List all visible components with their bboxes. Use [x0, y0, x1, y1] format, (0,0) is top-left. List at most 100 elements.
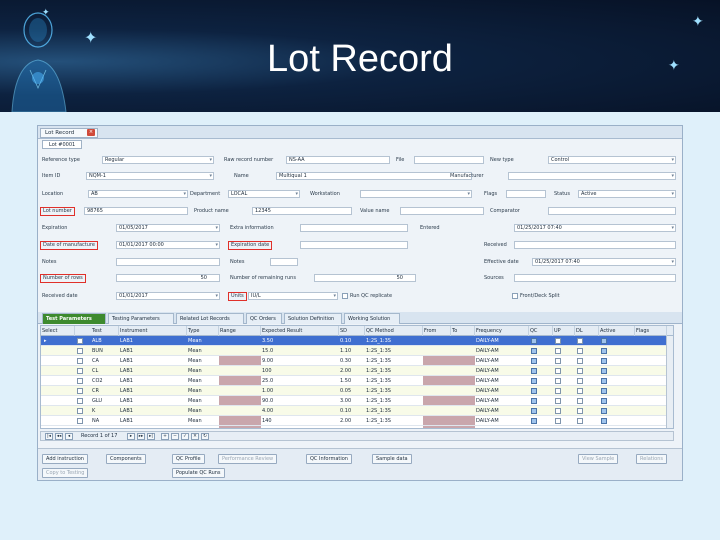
row-flag-checkbox[interactable] — [577, 348, 583, 354]
tab-working-solution[interactable]: Working Solution — [344, 313, 400, 324]
grid-vertical-scrollbar[interactable] — [666, 336, 673, 428]
tab-test-parameters[interactable]: Test Parameters — [42, 313, 106, 324]
row-flag-checkbox[interactable] — [577, 378, 583, 384]
expiration-date-field[interactable] — [300, 241, 408, 249]
column-header[interactable]: Frequency — [475, 326, 529, 336]
cancel-icon[interactable]: ✕ — [191, 433, 199, 440]
table-row[interactable]: NA LAB1 Mean 140 2.00 1:2S_1:3S DAILY-AM — [41, 416, 673, 426]
row-flag-checkbox[interactable] — [531, 348, 537, 354]
row-flag-checkbox[interactable] — [531, 418, 537, 424]
date-of-manufacture-field[interactable]: 01/01/2017 00:00 — [116, 241, 220, 249]
row-flag-checkbox[interactable] — [555, 408, 561, 414]
qc-information-button[interactable]: QC Information — [306, 454, 352, 464]
confirm-icon[interactable]: ✓ — [181, 433, 189, 440]
row-flag-checkbox[interactable] — [601, 378, 607, 384]
table-row[interactable]: GLU LAB1 Mean 90.0 3.00 1:2S_1:3S DAILY-AM — [41, 396, 673, 406]
prev-record-icon[interactable]: ◂ — [65, 433, 73, 440]
last-page-icon[interactable]: ▸| — [147, 433, 155, 440]
lot-number-field[interactable]: 98765 — [84, 207, 188, 215]
row-flag-checkbox[interactable] — [531, 338, 537, 344]
location-select[interactable]: AB — [88, 190, 188, 198]
row-flag-checkbox[interactable] — [555, 388, 561, 394]
table-row[interactable]: BUN LAB1 Mean 15.0 1.10 1:2S_1:3S DAILY-AM — [41, 346, 673, 356]
row-flag-checkbox[interactable] — [531, 388, 537, 394]
product-name-field[interactable]: 12345 — [252, 207, 352, 215]
row-flag-checkbox[interactable] — [531, 368, 537, 374]
tab-solution-definition[interactable]: Solution Definition — [284, 313, 342, 324]
row-select-checkbox[interactable] — [77, 398, 83, 404]
row-flag-checkbox[interactable] — [601, 348, 607, 354]
front-deck-split-checkbox[interactable] — [512, 293, 518, 299]
first-page-icon[interactable]: |◂ — [45, 433, 53, 440]
copy-to-testing-button[interactable]: Copy to Testing — [42, 468, 89, 478]
prev-page-icon[interactable]: ◂◂ — [55, 433, 63, 440]
view-sample-button[interactable]: View Sample — [578, 454, 619, 464]
populate-qc-runs-button[interactable]: Populate QC Runs — [172, 468, 225, 478]
run-qc-replicate-checkbox[interactable] — [342, 293, 348, 299]
row-flag-checkbox[interactable] — [555, 338, 561, 344]
delete-record-icon[interactable]: − — [171, 433, 179, 440]
file-field[interactable] — [414, 156, 484, 164]
column-header[interactable]: Select — [41, 326, 75, 336]
comparator-field[interactable] — [548, 207, 676, 215]
refresh-icon[interactable]: ↻ — [201, 433, 209, 440]
raw-record-number-field[interactable]: NS-AA — [286, 156, 390, 164]
effective-date-field[interactable]: 01/25/2017 07:40 — [532, 258, 676, 266]
row-flag-checkbox[interactable] — [577, 408, 583, 414]
row-select-checkbox[interactable] — [77, 388, 83, 394]
tab-qc-orders[interactable]: QC Orders — [246, 313, 282, 324]
components-button[interactable]: Components — [106, 454, 146, 464]
row-flag-checkbox[interactable] — [601, 408, 607, 414]
row-flag-checkbox[interactable] — [531, 378, 537, 384]
units-select[interactable]: IU/L — [248, 292, 338, 300]
sample-data-button[interactable]: Sample data — [372, 454, 412, 464]
received-field[interactable] — [514, 241, 676, 249]
column-header[interactable]: DL — [575, 326, 599, 336]
table-row[interactable]: CR LAB1 Mean 1.00 0.05 1:2S_1:3S DAILY-AM — [41, 386, 673, 396]
table-row[interactable]: CA LAB1 Mean 9.00 0.30 1:2S_1:3S DAILY-AM — [41, 356, 673, 366]
extra-information-field[interactable] — [300, 224, 408, 232]
new-type-select[interactable]: Control — [548, 156, 676, 164]
column-header[interactable]: Flags — [635, 326, 667, 336]
column-header[interactable]: Test — [91, 326, 119, 336]
next-page-icon[interactable]: ▸▸ — [137, 433, 145, 440]
reference-type-select[interactable]: Regular — [102, 156, 214, 164]
row-flag-checkbox[interactable] — [577, 398, 583, 404]
number-of-runs-field[interactable]: 50 — [314, 274, 416, 282]
row-flag-checkbox[interactable] — [531, 408, 537, 414]
table-row[interactable]: ▸ ALB LAB1 Mean 3.50 0.10 1:2S_1:3S DAILY-AM — [41, 336, 673, 346]
add-instruction-button[interactable]: Add instruction — [42, 454, 88, 464]
row-select-checkbox[interactable] — [77, 418, 83, 424]
column-header[interactable]: To — [451, 326, 475, 336]
table-row[interactable]: CO2 LAB1 Mean 25.0 1.50 1:2S_1:3S DAILY-AM — [41, 376, 673, 386]
next-record-icon[interactable]: ▸ — [127, 433, 135, 440]
row-flag-checkbox[interactable] — [531, 398, 537, 404]
row-flag-checkbox[interactable] — [555, 368, 561, 374]
row-flag-checkbox[interactable] — [601, 388, 607, 394]
row-flag-checkbox[interactable] — [601, 338, 607, 344]
column-header[interactable]: QC — [529, 326, 553, 336]
column-header[interactable]: From — [423, 326, 451, 336]
entered-field[interactable]: 01/25/2017 07:40 — [514, 224, 676, 232]
column-header[interactable]: UP — [553, 326, 575, 336]
manufacturer-select[interactable] — [508, 172, 676, 180]
row-flag-checkbox[interactable] — [601, 398, 607, 404]
department-select[interactable]: LOCAL — [228, 190, 300, 198]
row-flag-checkbox[interactable] — [555, 348, 561, 354]
column-header[interactable]: Range — [219, 326, 261, 336]
row-flag-checkbox[interactable] — [577, 338, 583, 344]
column-header[interactable]: Type — [187, 326, 219, 336]
tab-testing-parameters[interactable]: Testing Parameters — [108, 313, 174, 324]
column-header[interactable]: SD — [339, 326, 365, 336]
column-header[interactable]: Active — [599, 326, 635, 336]
flags-field[interactable] — [506, 190, 546, 198]
row-flag-checkbox[interactable] — [531, 358, 537, 364]
column-header[interactable]: QC Method — [365, 326, 423, 336]
row-flag-checkbox[interactable] — [577, 358, 583, 364]
qc-profile-button[interactable]: QC Profile — [172, 454, 205, 464]
subtab-lot[interactable]: Lot #0001 — [42, 140, 83, 149]
row-select-checkbox[interactable] — [77, 348, 83, 354]
column-header[interactable]: Expected Result — [261, 326, 339, 336]
notes-secondary-field[interactable] — [270, 258, 298, 266]
name-field[interactable]: Multiqual 1 — [276, 172, 472, 180]
